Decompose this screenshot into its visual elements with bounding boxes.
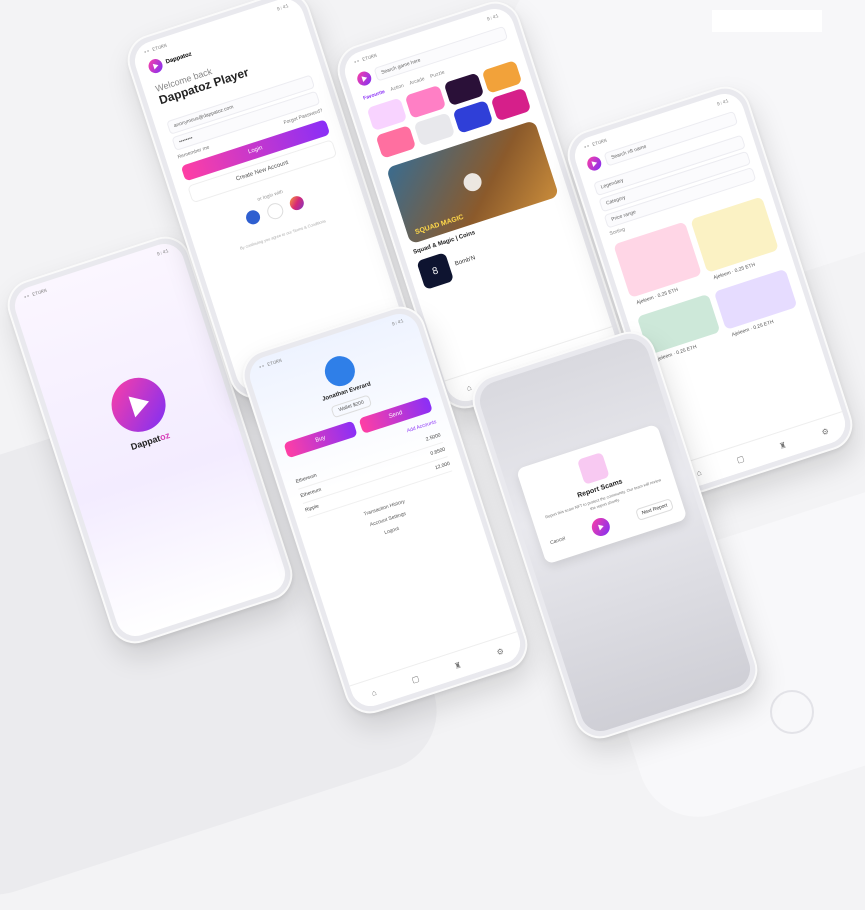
filter-label: Legendary (600, 177, 625, 191)
brand-suffix: oz (158, 429, 172, 443)
splash-logo: Dappatoz (104, 370, 177, 454)
settings-icon[interactable]: ⚙ (820, 426, 830, 437)
google-icon[interactable] (265, 201, 286, 222)
facebook-icon[interactable] (244, 208, 262, 227)
market-icon[interactable]: ♜ (778, 440, 788, 451)
home-icon[interactable]: ⌂ (695, 467, 702, 477)
game-tile[interactable] (404, 84, 446, 119)
play-logo-icon (104, 370, 173, 439)
nft-thumb (576, 452, 610, 485)
crypto-name: Ethereum (295, 472, 318, 485)
wallet-icon[interactable]: ▢ (735, 453, 745, 464)
report-modal: Report Scams Report this scam NFT to pro… (515, 423, 688, 565)
play-logo-icon (355, 69, 374, 88)
filter-label: Category (605, 194, 627, 207)
decor-ring (770, 690, 814, 734)
owner-name: Ajeleem (731, 326, 751, 339)
play-logo-icon (146, 57, 165, 75)
play-logo-icon (585, 154, 604, 173)
settings-icon[interactable]: ⚙ (495, 646, 505, 657)
status-bar: •• ETURN 9:41 (10, 239, 182, 307)
game-tile[interactable] (443, 72, 485, 107)
password-value: •••••••• (178, 135, 194, 146)
nft-price: 0.25 ETH (734, 261, 757, 275)
instagram-icon[interactable] (287, 194, 306, 212)
game-tile[interactable] (490, 87, 532, 122)
time-label: 9:41 (156, 248, 170, 258)
game-thumb: 8 (416, 252, 455, 290)
game-tile[interactable] (375, 125, 417, 159)
brand-name: Dappatoz (165, 51, 193, 66)
filter-label: Price range (610, 209, 637, 223)
wallet-icon[interactable]: ▢ (410, 673, 420, 684)
search-placeholder: Search game here (380, 57, 422, 76)
game-tile[interactable] (452, 100, 494, 134)
game-name: Bomb'N (454, 255, 477, 268)
brand-wordmark: Dappatoz (123, 428, 177, 454)
carrier-label: •• ETURN (23, 287, 48, 301)
confirm-button[interactable]: Next Report (635, 498, 674, 521)
owner-name: Ajeleem (712, 269, 732, 282)
game-tile[interactable] (413, 112, 455, 147)
home-icon[interactable]: ⌂ (370, 687, 377, 697)
banner-art-text: SQUAD MAGIC (414, 213, 465, 237)
game-tile[interactable] (481, 60, 523, 94)
nft-price: 0.25 ETH (752, 319, 775, 332)
crypto-name: Ethereum (299, 486, 323, 500)
play-button-icon[interactable] (461, 170, 484, 194)
crypto-value: 2.5000 (425, 432, 442, 443)
nft-price: 0.25 ETH (657, 287, 679, 300)
search-placeholder: Search nft name (610, 143, 648, 161)
market-icon[interactable]: ♜ (453, 660, 463, 671)
crypto-name: Ripple (304, 503, 320, 514)
game-tile[interactable] (366, 97, 408, 132)
cancel-button[interactable]: Cancel (549, 536, 566, 547)
crypto-value: 12.000 (434, 460, 451, 472)
nft-price: 0.25 ETH (675, 344, 698, 357)
background-strip (712, 10, 822, 32)
avatar[interactable] (320, 352, 359, 391)
owner-name: Ajeleem (635, 294, 655, 307)
brand-prefix: Dappat (129, 432, 162, 452)
crypto-value: 0.8500 (429, 446, 447, 458)
play-logo-icon (589, 515, 613, 539)
